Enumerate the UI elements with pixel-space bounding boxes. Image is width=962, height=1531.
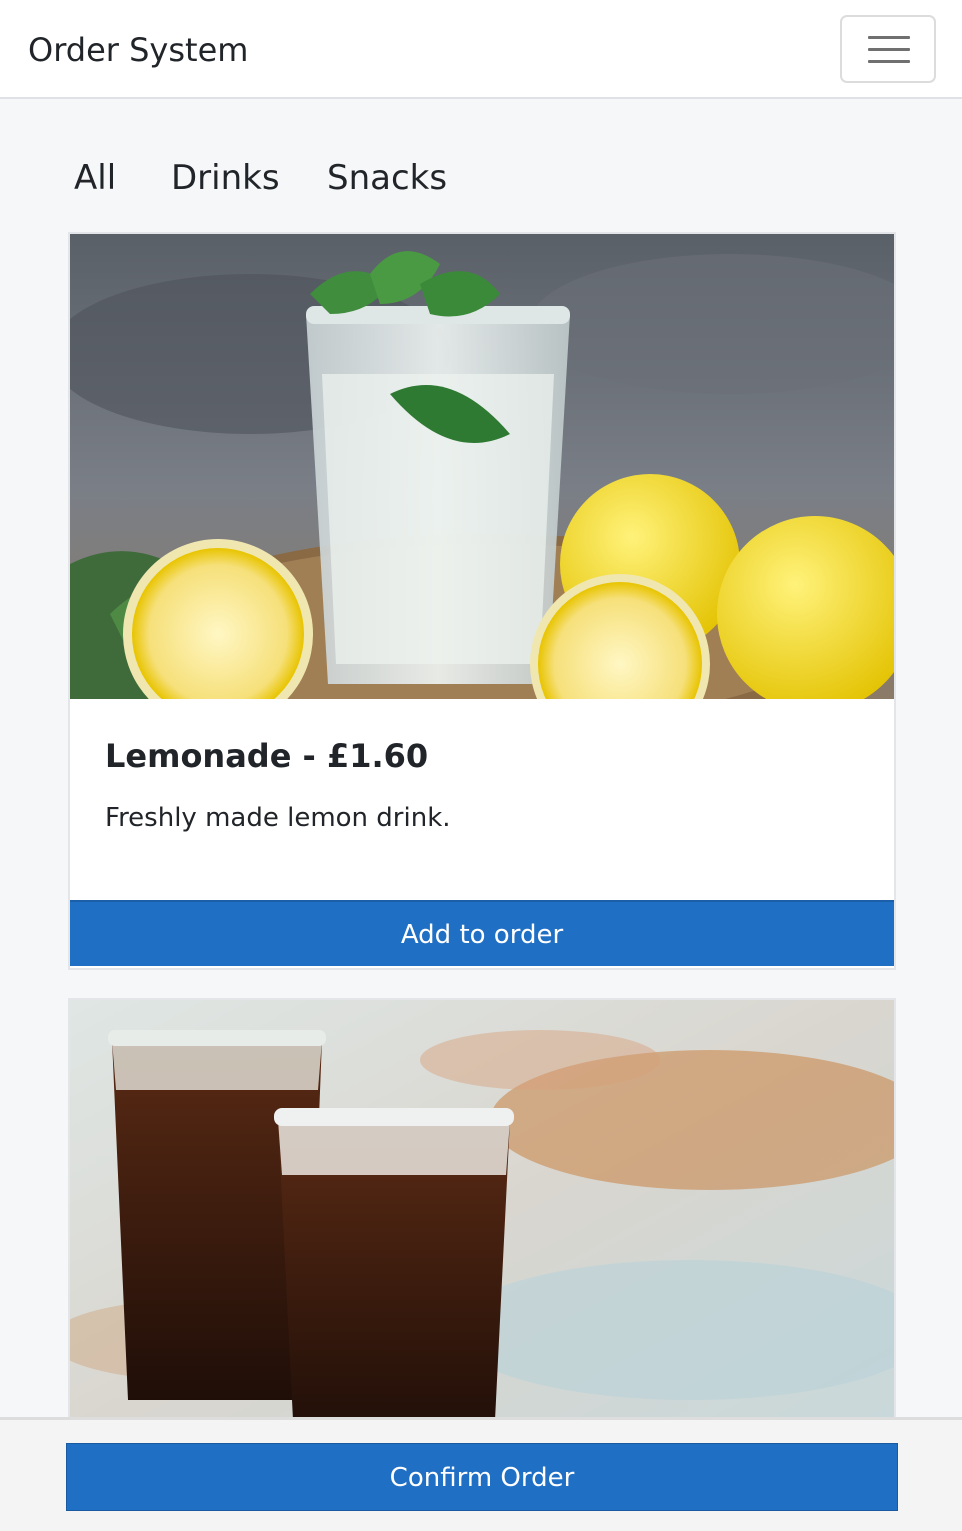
- tab-drinks[interactable]: Drinks: [171, 156, 280, 200]
- order-footer: Confirm Order: [0, 1417, 962, 1531]
- confirm-order-button[interactable]: Confirm Order: [66, 1443, 898, 1511]
- brand-title[interactable]: Order System: [28, 28, 248, 72]
- lemonade-image: [70, 234, 894, 699]
- product-card: Lemonade - £1.60 Freshly made lemon drin…: [68, 232, 896, 970]
- tab-snacks[interactable]: Snacks: [327, 156, 447, 200]
- tab-all[interactable]: All: [74, 156, 116, 200]
- product-card: [68, 998, 896, 1438]
- product-description: Freshly made lemon drink.: [105, 803, 451, 833]
- add-to-order-button[interactable]: Add to order: [70, 900, 894, 966]
- menu-toggle-button[interactable]: [840, 15, 936, 83]
- cola-image: [70, 1000, 894, 1436]
- navbar: Order System: [0, 0, 962, 99]
- product-title: Lemonade - £1.60: [105, 737, 429, 775]
